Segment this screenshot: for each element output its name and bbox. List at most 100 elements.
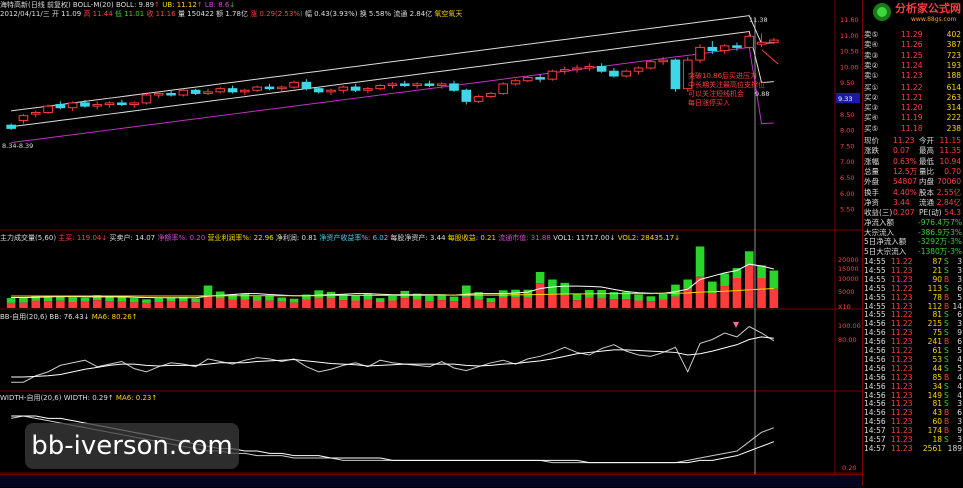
volume-bar-green	[658, 293, 668, 300]
candle-body	[240, 89, 250, 93]
candle-body	[166, 92, 176, 96]
vol-tick-label: 15000	[838, 265, 859, 273]
quote-row: 收益(三) 0.207 PE(动) 54.3	[864, 208, 961, 218]
candle-body	[276, 86, 287, 90]
volume-bar-red	[117, 301, 127, 308]
quote-row: 净资 3.44 流通 2.84亿	[864, 197, 961, 207]
volume-bar-red	[634, 300, 643, 308]
candle-body	[621, 70, 632, 77]
volume-header: 主力成交量(5,60) 主买: 119.04↓ 买卖户: 14.07 净额率%:…	[0, 234, 681, 242]
volume-bar-red	[732, 278, 742, 308]
volume-bar-green	[351, 295, 360, 301]
candle-body	[326, 89, 336, 93]
ask-row: 卖② 11.24 193	[864, 60, 961, 70]
volume-bar-red	[302, 299, 311, 308]
volume-bar-red	[449, 301, 459, 308]
volume-bar-red	[609, 299, 619, 308]
chart-svg[interactable]: 11.6011.0010.5010.009.509.008.508.007.50…	[0, 0, 862, 486]
price-tick-label: 8.00	[840, 127, 854, 135]
candle-body	[227, 88, 238, 93]
candle-body	[117, 102, 127, 106]
marker-label: 9.88	[755, 90, 769, 98]
volume-bar-red	[511, 297, 520, 308]
chart-area[interactable]: 11.6011.0010.5010.009.509.008.508.007.50…	[0, 0, 862, 487]
bid-row: 买② 11.21 263	[864, 92, 961, 102]
candle-body	[338, 86, 349, 91]
volume-bar-green	[535, 272, 545, 284]
bid-row: 买③ 11.20 314	[864, 103, 961, 113]
price-note: 突破10.86后买进压力中长期关注最高位支撑位可以关注短线机会每日涨停买入	[688, 71, 765, 107]
candle-body	[43, 105, 53, 113]
candle-body	[670, 59, 681, 90]
volume-bar-red	[720, 286, 729, 308]
candle-body	[215, 88, 226, 93]
volume-bar-red	[179, 301, 188, 308]
price-tag-label: 9.33	[838, 95, 852, 103]
candle-body	[707, 46, 718, 52]
volume-bar-green	[449, 296, 459, 302]
volume-bar-green	[19, 297, 28, 303]
quote-row: 外盘 54807 内盘 70060	[864, 177, 961, 187]
boll-mid-line	[11, 30, 774, 128]
volume-bar-green	[486, 298, 496, 303]
candle-body	[264, 86, 275, 90]
volume-bar-red	[560, 295, 570, 308]
bb-ma6-line	[11, 336, 774, 378]
volume-bar-red	[43, 301, 53, 308]
bb-marker-icon	[733, 322, 739, 328]
volume-bar-green	[240, 293, 250, 300]
candle-body	[289, 81, 299, 88]
note-arrow	[761, 49, 779, 65]
price-tick-label: 10.00	[840, 63, 859, 71]
volume-bar-green	[277, 297, 287, 302]
volume-bar-green	[572, 293, 582, 301]
quote-row: 涨跌 0.07 最高 11.35	[864, 146, 961, 156]
stock-name: 海特高新(日线 前复权)	[0, 1, 71, 9]
volume-bar-green	[732, 268, 742, 278]
volume-bar-green	[129, 298, 139, 303]
volume-bar-green	[68, 297, 77, 302]
volume-bar-green	[720, 273, 729, 287]
vol-tick-label: 5000	[838, 288, 855, 296]
candle-body	[510, 80, 521, 85]
candle-body	[252, 86, 262, 91]
volume-bar-red	[154, 302, 164, 308]
volume-bar-red	[548, 293, 557, 308]
volume-bar-red	[572, 300, 582, 308]
candle-body	[436, 83, 447, 86]
candle-body	[547, 70, 558, 80]
volume-bar-green	[6, 298, 16, 303]
bb-tick-label: 100.00	[838, 322, 861, 330]
quote-row: 换手 4.40% 股本 2.55亿	[864, 187, 961, 197]
vol-tick-label: X10	[838, 303, 851, 311]
volume-bar-red	[621, 299, 631, 308]
candle-body	[203, 91, 213, 94]
volume-bar-red	[585, 297, 594, 308]
volume-bar-green	[142, 299, 151, 303]
volume-bar-red	[375, 302, 385, 308]
volume-bar-red	[708, 293, 717, 308]
candle-body	[153, 92, 164, 96]
candle-body	[55, 104, 66, 109]
price-tick-label: 10.50	[840, 48, 859, 56]
candle-body	[301, 81, 312, 90]
candle-body	[30, 111, 41, 115]
volume-bar-red	[338, 300, 348, 308]
bid-row: 买① 11.22 614	[864, 82, 961, 92]
flow-row: 5日大宗流入 -1380万 -3%	[864, 246, 962, 256]
width-tick-label: 0.20	[842, 464, 856, 472]
volume-bar-green	[289, 298, 299, 303]
volume-bar-green	[425, 296, 434, 302]
bb-line	[11, 325, 775, 383]
candle-body	[92, 104, 103, 107]
volume-bar-red	[56, 300, 65, 308]
width-header: WIDTH-自用(20,6) WIDTH: 0.29↑ MA6: 0.23↑	[0, 394, 158, 402]
volume-bar-green	[203, 285, 213, 296]
candle-body	[67, 102, 78, 109]
candle-body	[363, 88, 373, 91]
volume-bar-green	[511, 289, 520, 298]
candle-body	[744, 35, 755, 48]
bid-row: 买④ 11.19 222	[864, 113, 961, 123]
candle-body	[769, 39, 779, 43]
price-tick-label: 5.50	[840, 206, 854, 214]
